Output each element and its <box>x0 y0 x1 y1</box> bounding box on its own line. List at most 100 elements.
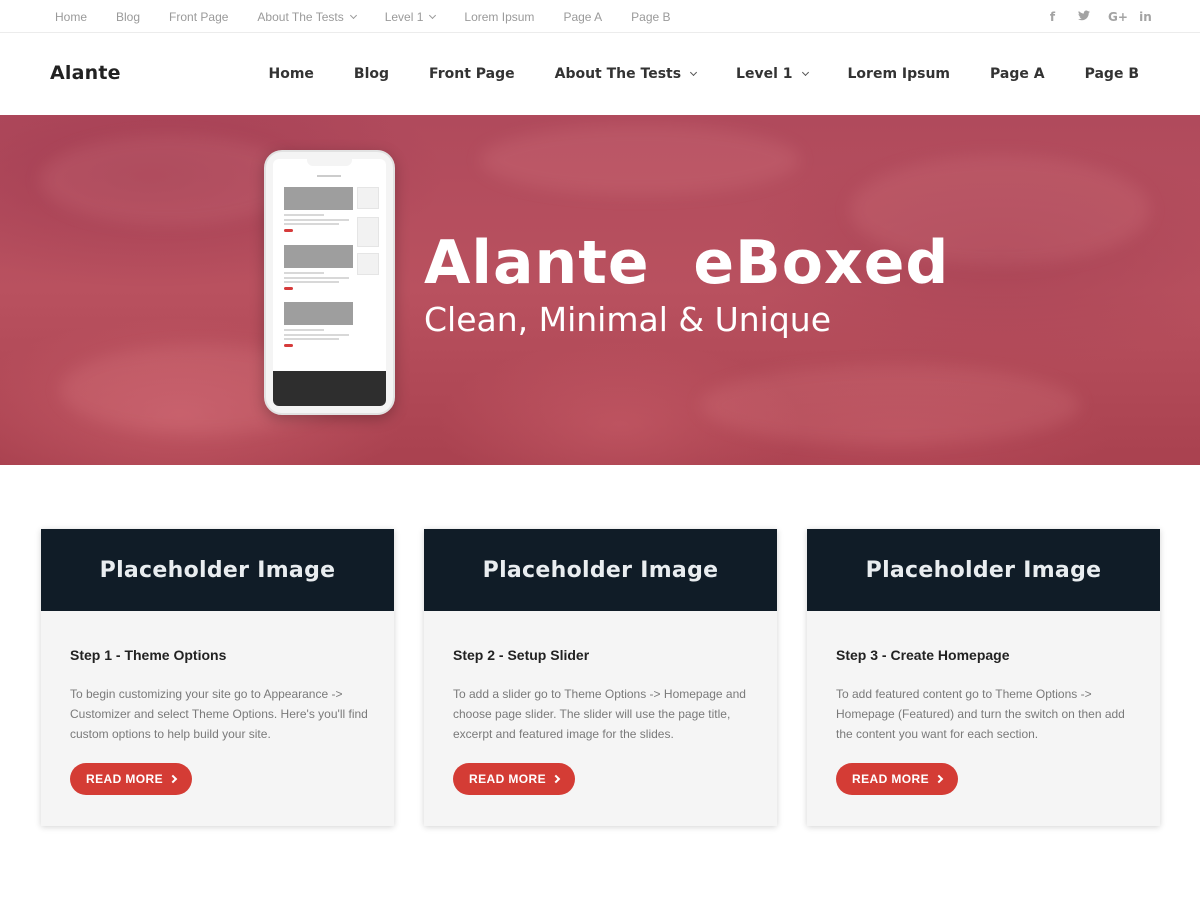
nav-label: About The Tests <box>554 66 682 82</box>
site-logo[interactable]: Alante <box>50 62 121 84</box>
nav-label: Page B <box>1084 66 1139 82</box>
nav-label: Front Page <box>429 66 515 82</box>
read-more-label: READ MORE <box>469 772 546 786</box>
card-text: To add featured content go to Theme Opti… <box>836 687 1125 741</box>
chevron-down-icon <box>690 68 698 77</box>
placeholder-image: Placeholder Image <box>424 529 777 611</box>
top-nav-label: Level 1 <box>384 9 424 24</box>
feature-card-3: Placeholder Image Step 3 - Create Homepa… <box>807 529 1160 826</box>
cloud-shape <box>480 125 800 195</box>
chevron-down-icon <box>429 11 437 19</box>
top-nav: Home Blog Front Page About The Tests Lev… <box>55 0 700 33</box>
feature-card-1: Placeholder Image Step 1 - Theme Options… <box>41 529 394 826</box>
chevron-down-icon <box>801 68 809 77</box>
mock-line <box>284 219 349 221</box>
mock-image <box>284 187 353 210</box>
top-nav-label: Front Page <box>169 9 229 24</box>
card-text: To begin customizing your site go to App… <box>70 687 368 741</box>
mock-line <box>284 277 349 279</box>
top-nav-label: Page B <box>631 9 671 24</box>
read-more-button[interactable]: READ MORE <box>836 763 958 795</box>
mock-line <box>284 281 339 283</box>
card-title[interactable]: Step 2 - Setup Slider <box>453 647 589 663</box>
mock-button <box>284 229 293 232</box>
cloud-shape <box>40 135 300 225</box>
top-nav-label: About The Tests <box>257 9 344 24</box>
hero-subtitle: Clean, Minimal & Unique <box>424 300 832 339</box>
mock-line <box>284 223 339 225</box>
nav-label: Page A <box>990 66 1045 82</box>
top-nav-label: Page A <box>563 9 603 24</box>
nav-label: Lorem Ipsum <box>847 66 951 82</box>
top-nav-lorem-ipsum[interactable]: Lorem Ipsum <box>464 10 534 24</box>
feature-card-2: Placeholder Image Step 2 - Setup Slider … <box>424 529 777 826</box>
placeholder-image: Placeholder Image <box>807 529 1160 611</box>
chevron-down-icon <box>349 11 357 19</box>
mock-button <box>284 344 293 347</box>
mock-image <box>284 302 353 325</box>
nav-home[interactable]: Home <box>269 66 314 82</box>
chevron-right-icon <box>934 774 944 784</box>
top-nav-home[interactable]: Home <box>55 10 87 24</box>
phone-screen <box>273 159 386 406</box>
read-more-button[interactable]: READ MORE <box>70 763 192 795</box>
hero-title: Alante eBoxed <box>424 228 950 298</box>
top-nav-page-a[interactable]: Page A <box>563 10 602 24</box>
placeholder-image-label: Placeholder Image <box>99 557 336 583</box>
linkedin-icon[interactable]: in <box>1139 10 1152 24</box>
nav-level-1[interactable]: Level 1 <box>736 66 809 82</box>
mock-line <box>284 272 324 274</box>
nav-page-a[interactable]: Page A <box>990 66 1045 82</box>
twitter-bird-shape <box>1077 10 1090 20</box>
social-links: f G+ in <box>1046 0 1152 33</box>
nav-blog[interactable]: Blog <box>354 66 389 82</box>
mock-sidebar <box>357 187 379 209</box>
phone-notch <box>307 159 352 166</box>
nav-about-the-tests[interactable]: About The Tests <box>554 66 698 82</box>
mock-line <box>317 175 341 177</box>
placeholder-image-label: Placeholder Image <box>482 557 719 583</box>
twitter-icon[interactable] <box>1077 10 1090 24</box>
mock-line <box>284 334 349 336</box>
nav-label: Level 1 <box>736 66 793 82</box>
site-header: Alante Home Blog Front Page About The Te… <box>0 33 1200 115</box>
hero-banner: Alante eBoxed Clean, Minimal & Unique <box>0 115 1200 465</box>
nav-label: Home <box>268 66 314 82</box>
top-bar: Home Blog Front Page About The Tests Lev… <box>0 0 1200 33</box>
mock-sidebar <box>357 253 379 275</box>
phone-mockup <box>264 150 395 415</box>
chevron-right-icon <box>168 774 178 784</box>
nav-front-page[interactable]: Front Page <box>429 66 515 82</box>
top-nav-about-the-tests[interactable]: About The Tests <box>257 9 357 24</box>
nav-lorem-ipsum[interactable]: Lorem Ipsum <box>848 66 951 82</box>
top-nav-label: Blog <box>116 9 141 24</box>
top-nav-blog[interactable]: Blog <box>116 10 140 24</box>
facebook-icon[interactable]: f <box>1046 10 1059 24</box>
mock-line <box>284 338 339 340</box>
google-plus-icon[interactable]: G+ <box>1108 10 1128 24</box>
read-more-label: READ MORE <box>852 772 929 786</box>
top-nav-page-b[interactable]: Page B <box>631 10 670 24</box>
card-title[interactable]: Step 3 - Create Homepage <box>836 647 1010 663</box>
placeholder-image-label: Placeholder Image <box>865 557 1102 583</box>
card-text: To add a slider go to Theme Options -> H… <box>453 687 746 741</box>
mock-line <box>284 214 324 216</box>
top-nav-label: Home <box>55 9 88 24</box>
mock-image <box>284 245 353 268</box>
mock-button <box>284 287 293 290</box>
top-nav-level-1[interactable]: Level 1 <box>384 9 437 24</box>
mock-line <box>284 329 324 331</box>
cloud-shape <box>700 365 1080 445</box>
main-nav: Home Blog Front Page About The Tests Lev… <box>229 33 1140 115</box>
chevron-right-icon <box>551 774 561 784</box>
read-more-label: READ MORE <box>86 772 163 786</box>
nav-label: Blog <box>353 66 390 82</box>
mock-sidebar <box>357 217 379 247</box>
nav-page-b[interactable]: Page B <box>1085 66 1139 82</box>
mock-footer <box>273 371 386 406</box>
placeholder-image: Placeholder Image <box>41 529 394 611</box>
card-title[interactable]: Step 1 - Theme Options <box>70 647 226 663</box>
top-nav-front-page[interactable]: Front Page <box>169 10 228 24</box>
read-more-button[interactable]: READ MORE <box>453 763 575 795</box>
top-nav-label: Lorem Ipsum <box>464 9 535 24</box>
